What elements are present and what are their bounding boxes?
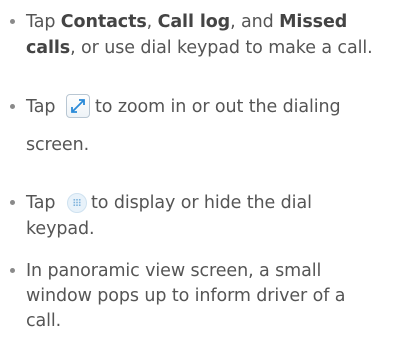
text-run: keypad. [26, 219, 95, 239]
text-line: window pops up to inform driver of a [26, 284, 345, 308]
bullet-dot [10, 104, 15, 109]
text-line: screen. [26, 133, 89, 157]
bullet-dot [10, 268, 15, 273]
text-line: keypad. [26, 217, 95, 241]
zoom-expand-icon [66, 94, 90, 118]
text-line: to zoom in or out the dialing [95, 95, 341, 119]
text-run: screen. [26, 135, 90, 155]
text-run: call. [26, 311, 62, 331]
text-run: Tap [26, 97, 56, 117]
text-line: Tap [26, 95, 55, 119]
contacts-label: Contacts [60, 12, 147, 32]
text-line: to display or hide the dial [91, 191, 312, 215]
text-line: Tap Contacts, Call log, and Missed [26, 10, 347, 34]
text-run: , [146, 12, 158, 32]
missed-calls-label: calls [26, 38, 71, 58]
text-run: In panoramic view screen, a small [26, 261, 322, 281]
text-line: Tap [26, 191, 55, 215]
text-line: calls, or use dial keypad to make a call… [26, 36, 373, 60]
missed-calls-label: Missed [279, 12, 348, 32]
text-run: Tap [26, 193, 56, 213]
text-run: to display or hide the dial [91, 193, 312, 213]
bullet-dot [10, 19, 15, 24]
instruction-list: Tap Contacts, Call log, and Missed calls… [0, 0, 416, 338]
dial-keypad-icon [67, 193, 87, 213]
bullet-dot [10, 200, 15, 205]
text-line: call. [26, 309, 61, 333]
text-run: , or use dial keypad to make a call. [70, 38, 373, 58]
text-run: , and [230, 12, 280, 32]
text-run: to zoom in or out the dialing [95, 97, 341, 117]
text-run: window pops up to inform driver of a [26, 286, 346, 306]
text-line: In panoramic view screen, a small [26, 259, 321, 283]
call-log-label: Call log [157, 12, 231, 32]
text-run: Tap [26, 12, 61, 32]
